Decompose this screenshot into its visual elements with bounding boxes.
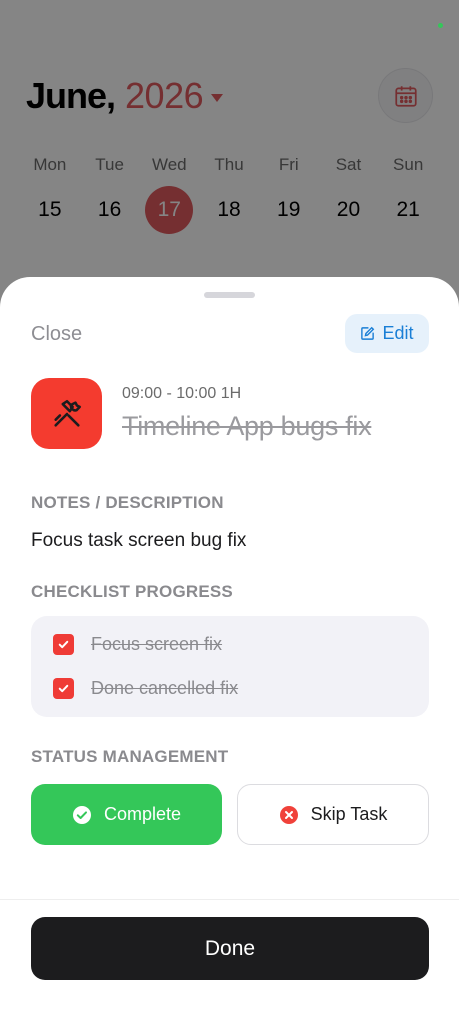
checkmark-icon: [58, 640, 69, 649]
checklist-item-label: Done cancelled fix: [91, 678, 239, 698]
task-category-badge: [31, 378, 102, 449]
complete-button[interactable]: Complete: [31, 784, 222, 845]
task-title: Timeline App bugs fix: [122, 411, 372, 441]
notes-heading: NOTES / DESCRIPTION: [31, 493, 224, 512]
status-indicator-dot: [438, 23, 443, 28]
checklist-item-label: Focus screen fix: [91, 634, 223, 654]
x-circle-icon: [279, 805, 298, 824]
done-button[interactable]: Done: [31, 917, 429, 980]
edit-label: Edit: [382, 323, 414, 343]
modal-overlay[interactable]: [0, 0, 459, 300]
checklist-heading: CHECKLIST PROGRESS: [31, 582, 233, 601]
checkbox-checked[interactable]: [53, 634, 74, 655]
footer-divider: [0, 899, 459, 900]
skip-task-button[interactable]: Skip Task: [237, 784, 429, 845]
edit-icon: [361, 326, 375, 340]
hammer-wrench-icon: [53, 399, 81, 427]
check-circle-icon: [72, 805, 91, 824]
drag-handle[interactable]: [204, 292, 255, 298]
checkmark-icon: [58, 684, 69, 693]
task-time-range: 09:00 - 10:00 1H: [122, 385, 242, 402]
notes-text: Focus task screen bug fix: [31, 530, 247, 551]
checklist-item[interactable]: Focus screen fix: [53, 634, 222, 655]
edit-button[interactable]: Edit: [345, 314, 429, 353]
checklist-item[interactable]: Done cancelled fix: [53, 678, 238, 699]
task-detail-sheet: Close Edit 09:00 - 10:00 1H Timeline App…: [0, 277, 459, 1024]
close-button[interactable]: Close: [31, 323, 82, 346]
status-heading: STATUS MANAGEMENT: [31, 747, 229, 766]
checkbox-checked[interactable]: [53, 678, 74, 699]
checklist-card: Focus screen fix Done cancelled fix: [31, 616, 429, 717]
complete-label: Complete: [103, 804, 182, 824]
skip-task-label: Skip Task: [310, 804, 388, 824]
